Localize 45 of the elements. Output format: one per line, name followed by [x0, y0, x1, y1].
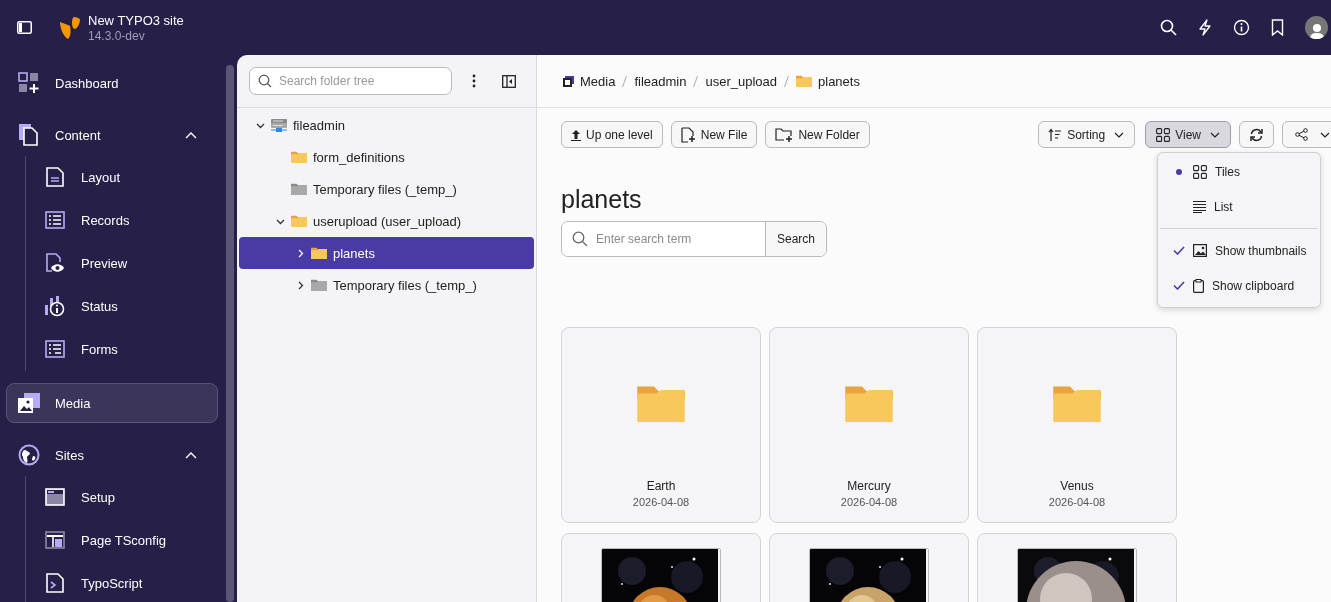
sorting-button[interactable]: Sorting [1038, 121, 1136, 148]
nav-item[interactable]: Layout [32, 157, 218, 197]
view-button[interactable]: View [1145, 121, 1231, 148]
nav-item[interactable]: Preview [32, 243, 218, 283]
toolbar-button[interactable]: Up one level [561, 121, 663, 148]
nav-item[interactable]: Page TSconfig [32, 520, 218, 560]
tile-date: 2026-04-08 [1048, 496, 1106, 508]
tree-item[interactable]: form_definitions [239, 141, 534, 173]
menu-item[interactable]: Show clipboard [1158, 268, 1320, 303]
breadcrumb-link[interactable]: user_upload [705, 73, 777, 89]
breadcrumb-link[interactable]: Media [563, 73, 616, 89]
toolbar-button[interactable]: New File [670, 121, 758, 148]
folder-tile[interactable]: Earth 2026-04-08 [561, 327, 761, 523]
nav-item[interactable]: TypoScript [32, 563, 218, 602]
nav-item[interactable]: Content [6, 115, 218, 155]
menu-item[interactable]: Tiles [1158, 154, 1320, 189]
nav-item[interactable]: Status [32, 286, 218, 326]
nav-item[interactable]: Sites [6, 435, 218, 475]
folder-tile[interactable]: Venus 2026-04-08 [977, 327, 1177, 523]
tree-item[interactable]: fileadmin [239, 109, 534, 141]
tree-item[interactable]: Temporary files (_temp_) [239, 173, 534, 205]
tile-name: Venus [1060, 479, 1094, 493]
version-label: 14.3.0-dev [88, 28, 146, 43]
toolbar-button[interactable]: New Folder [765, 121, 870, 148]
nav-item[interactable]: Forms [32, 329, 218, 369]
search-input[interactable]: Search folder tree [279, 68, 443, 94]
breadcrumb-link[interactable]: fileadmin [634, 73, 687, 89]
tile-name: Earth [646, 479, 676, 493]
tile-date: 2026-04-08 [840, 496, 898, 508]
nav-item[interactable]: Records [32, 200, 218, 240]
menu-item[interactable]: Show thumbnails [1158, 233, 1320, 268]
breadcrumb-link[interactable]: planets [796, 73, 860, 89]
folder-tile[interactable]: Mercury 2026-04-08 [769, 327, 969, 523]
tree-item[interactable]: Temporary files (_temp_) [239, 269, 534, 301]
tile-date: 2026-04-08 [632, 496, 690, 508]
nav-item[interactable]: Dashboard [6, 63, 218, 103]
tree-item[interactable]: planets [239, 237, 534, 269]
search-box[interactable]: Search folder tree [249, 67, 452, 95]
tree-item[interactable]: userupload (user_upload) [239, 205, 534, 237]
menu-item[interactable]: List [1158, 189, 1320, 224]
tile-name: Mercury [847, 479, 891, 493]
folder-heading: planets [561, 184, 642, 214]
site-title: New TYPO3 site [88, 12, 184, 29]
nav-item[interactable]: Media [6, 383, 218, 423]
nav-item[interactable]: Setup [32, 477, 218, 517]
